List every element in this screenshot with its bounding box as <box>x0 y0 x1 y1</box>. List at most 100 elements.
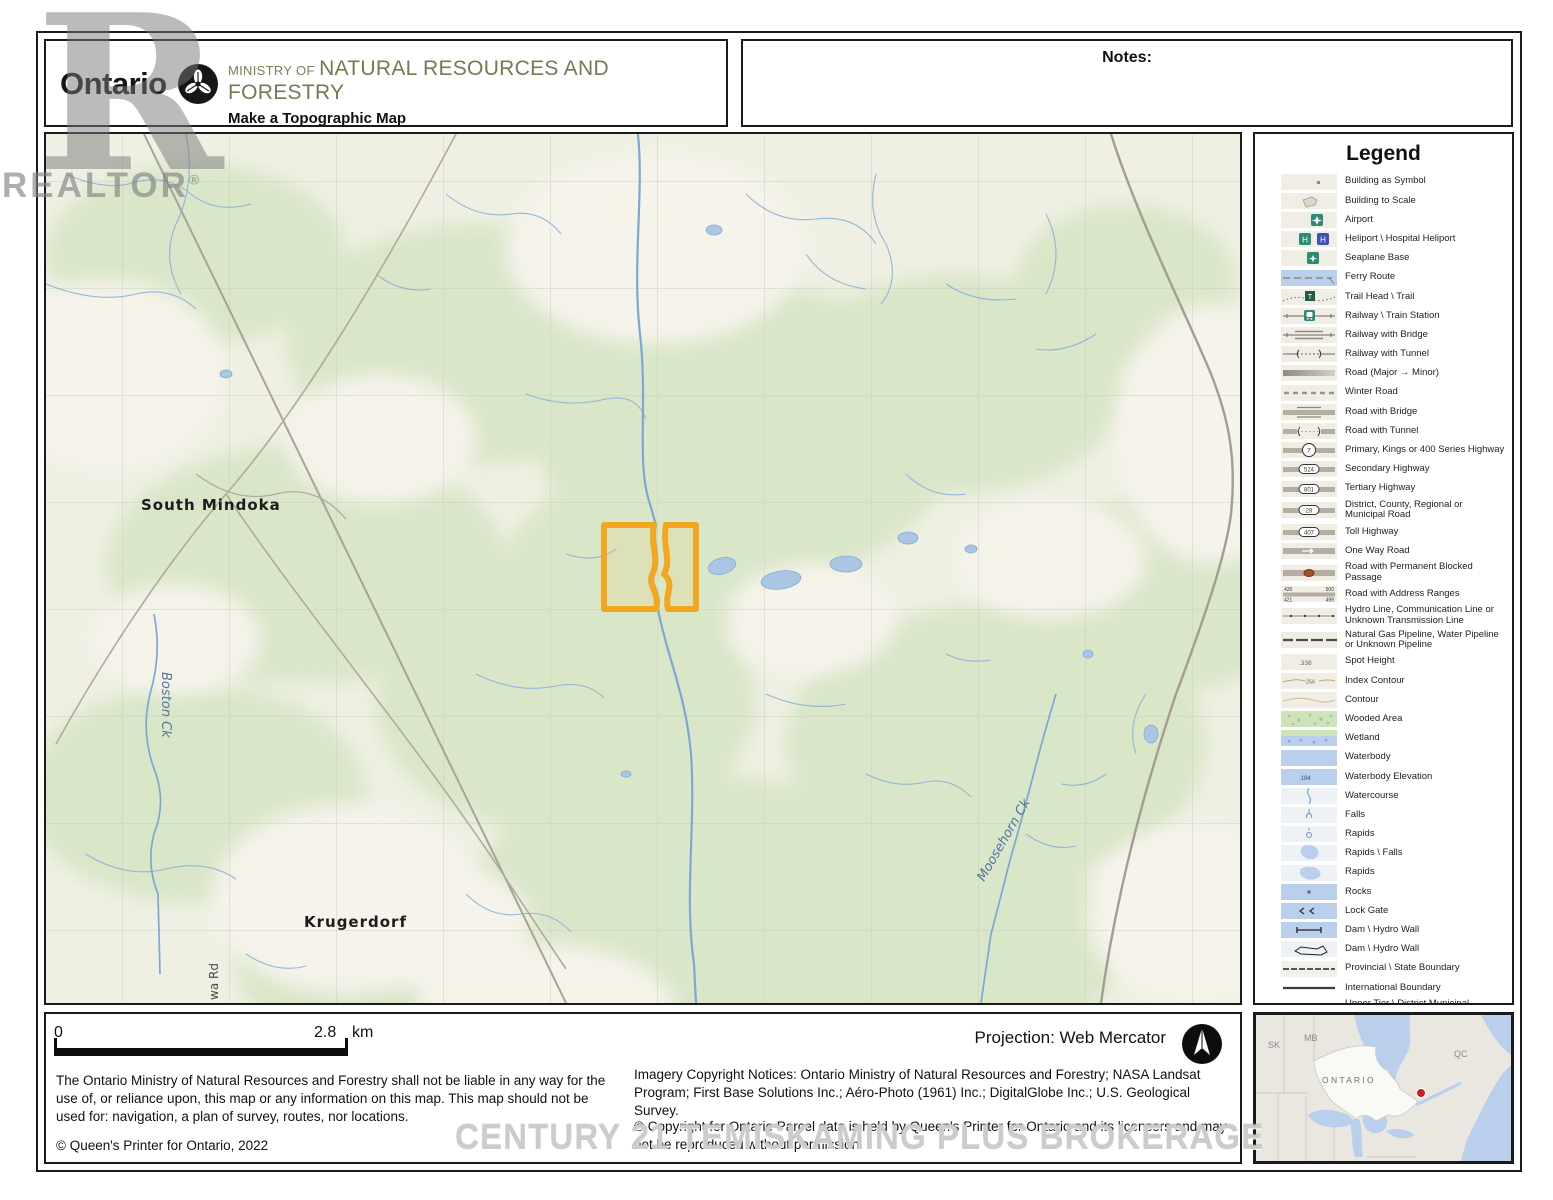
legend-item-label: Heliport \ Hospital Heliport <box>1345 234 1505 244</box>
label-boston-creek: Boston Ck <box>158 672 173 738</box>
legend-item-label: Rocks <box>1345 887 1505 897</box>
svg-text:.338: .338 <box>1299 660 1312 667</box>
legend-item: 420500421499Road with Address Ranges <box>1255 585 1512 604</box>
svg-text:7: 7 <box>1307 448 1311 455</box>
svg-text:500: 500 <box>1326 587 1335 593</box>
legend-item: One Way Road <box>1255 541 1512 560</box>
legend-item-label: One Way Road <box>1345 546 1505 556</box>
legend-item: Road with Permanent Blocked Passage <box>1255 561 1512 585</box>
legend-item: Waterbody <box>1255 748 1512 767</box>
svg-text:801: 801 <box>1304 487 1315 493</box>
legend-item: Ferry Route <box>1255 268 1512 287</box>
dam-poly-icon <box>1281 941 1337 957</box>
boundary-upper-icon <box>1281 1001 1337 1005</box>
legend-item-label: Airport <box>1345 215 1505 225</box>
legend-item-label: Railway \ Train Station <box>1345 311 1505 321</box>
legend-item: International Boundary <box>1255 978 1512 997</box>
legend-item: Dam \ Hydro Wall <box>1255 921 1512 940</box>
winter-road-icon <box>1281 385 1337 401</box>
footer-panel: 0 2.8 km The Ontario Ministry of Natural… <box>44 1012 1242 1164</box>
legend-item-label: Hydro Line, Communication Line or Unknow… <box>1345 605 1505 626</box>
building-scale-icon <box>1281 193 1337 209</box>
legend-item: Road with Tunnel <box>1255 421 1512 440</box>
legend-item: Railway \ Train Station <box>1255 306 1512 325</box>
legend-item-label: Secondary Highway <box>1345 464 1505 474</box>
legend-item-label: District, County, Regional or Municipal … <box>1345 500 1505 521</box>
ontario-wordmark: Ontario <box>60 66 167 102</box>
ontario-logo: Ontario <box>60 63 219 105</box>
spot-icon: .338 <box>1281 654 1337 670</box>
rocks-icon <box>1281 884 1337 900</box>
legend-item-label: Falls <box>1345 810 1505 820</box>
ministry-of-label: MINISTRY OF <box>228 63 315 78</box>
legend-item: 7Primary, Kings or 400 Series Highway <box>1255 441 1512 460</box>
rapids-falls-icon <box>1281 845 1337 861</box>
legend-panel: Legend Building as SymbolBuilding to Sca… <box>1253 132 1514 1005</box>
location-marker <box>1417 1089 1426 1098</box>
legend-item-label: Road with Tunnel <box>1345 426 1505 436</box>
legend-item-label: Building as Symbol <box>1345 176 1505 186</box>
rapids-area-icon <box>1281 865 1337 881</box>
legend-item-label: International Boundary <box>1345 983 1505 993</box>
legend-item-label: Road with Bridge <box>1345 407 1505 417</box>
inset-map: SK MB O N T A R I O QC <box>1253 1012 1514 1164</box>
legend-item: .184Waterbody Elevation <box>1255 767 1512 786</box>
legend-item-label: Provincial \ State Boundary <box>1345 963 1505 973</box>
inset-label-qc: QC <box>1454 1049 1468 1059</box>
trillium-icon <box>177 63 219 105</box>
legend-item: Seaplane Base <box>1255 249 1512 268</box>
legend-item: TTrail Head \ Trail <box>1255 287 1512 306</box>
disclaimer-text: The Ontario Ministry of Natural Resource… <box>56 1072 616 1127</box>
ministry-title: MINISTRY OF NATURAL RESOURCES AND FOREST… <box>228 57 726 127</box>
legend-item: Wooded Area <box>1255 710 1512 729</box>
scale-bar <box>54 1048 348 1056</box>
legend-item: 28 District, County, Regional or Municipa… <box>1255 498 1512 522</box>
legend-item-label: Wetland <box>1345 733 1505 743</box>
badge-rect-icon: 407 <box>1281 524 1337 540</box>
rail-station-icon <box>1281 308 1337 324</box>
legend-item: Rapids <box>1255 825 1512 844</box>
legend-item: Rocks <box>1255 882 1512 901</box>
imagery-copyright: Imagery Copyright Notices: Ontario Minis… <box>634 1066 1230 1119</box>
legend-item-label: Watercourse <box>1345 791 1505 801</box>
boundary-intl-icon <box>1281 980 1337 996</box>
waterbody-icon <box>1281 750 1337 766</box>
water-elev-icon: .184 <box>1281 769 1337 785</box>
pipeline-icon <box>1281 632 1337 648</box>
svg-text:28: 28 <box>1306 509 1313 515</box>
legend-item-label: Road with Permanent Blocked Passage <box>1345 562 1505 583</box>
inset-label-mb: MB <box>1304 1033 1318 1043</box>
boundary-prov-icon <box>1281 961 1337 977</box>
scale-distance: 2.8 <box>314 1024 336 1042</box>
ontario-overview-map: SK MB O N T A R I O QC <box>1256 1015 1511 1161</box>
hydro-icon <box>1281 608 1337 624</box>
legend-item: Winter Road <box>1255 383 1512 402</box>
legend-item-label: Natural Gas Pipeline, Water Pipeline or … <box>1345 630 1505 651</box>
legend-item-label: Waterbody <box>1345 752 1505 762</box>
legend-item-label: Rapids <box>1345 829 1505 839</box>
legend-item-label: Toll Highway <box>1345 527 1505 537</box>
legend-item: Building as Symbol <box>1255 172 1512 191</box>
topographic-map: South Mindoka Krugerdorf Boston Ck Moose… <box>46 134 1240 1003</box>
legend-item-label: Contour <box>1345 695 1505 705</box>
legend-item: Falls <box>1255 806 1512 825</box>
rail-bridge-icon <box>1281 327 1337 343</box>
legend-item: 524Secondary Highway <box>1255 460 1512 479</box>
legend-item: Hydro Line, Communication Line or Unknow… <box>1255 604 1512 628</box>
scale-unit: km <box>352 1024 373 1042</box>
contour-icon <box>1281 692 1337 708</box>
trailhead-icon: T <box>1281 289 1337 305</box>
wetland-icon <box>1281 730 1337 746</box>
road-major-icon <box>1281 365 1337 381</box>
north-arrow-icon <box>1180 1022 1224 1066</box>
building-sym-icon <box>1281 174 1337 190</box>
page: Ontario MINISTRY OF N <box>0 0 1553 1200</box>
ferry-icon <box>1281 270 1337 286</box>
legend-item-label: Rapids \ Falls <box>1345 848 1505 858</box>
app-title: Make a Topographic Map <box>228 110 726 127</box>
seaplane-icon <box>1281 250 1337 266</box>
svg-text:.184: .184 <box>1299 776 1311 782</box>
oneway-icon <box>1281 543 1337 559</box>
legend-item: Road with Bridge <box>1255 402 1512 421</box>
highlighted-parcel <box>604 525 696 609</box>
